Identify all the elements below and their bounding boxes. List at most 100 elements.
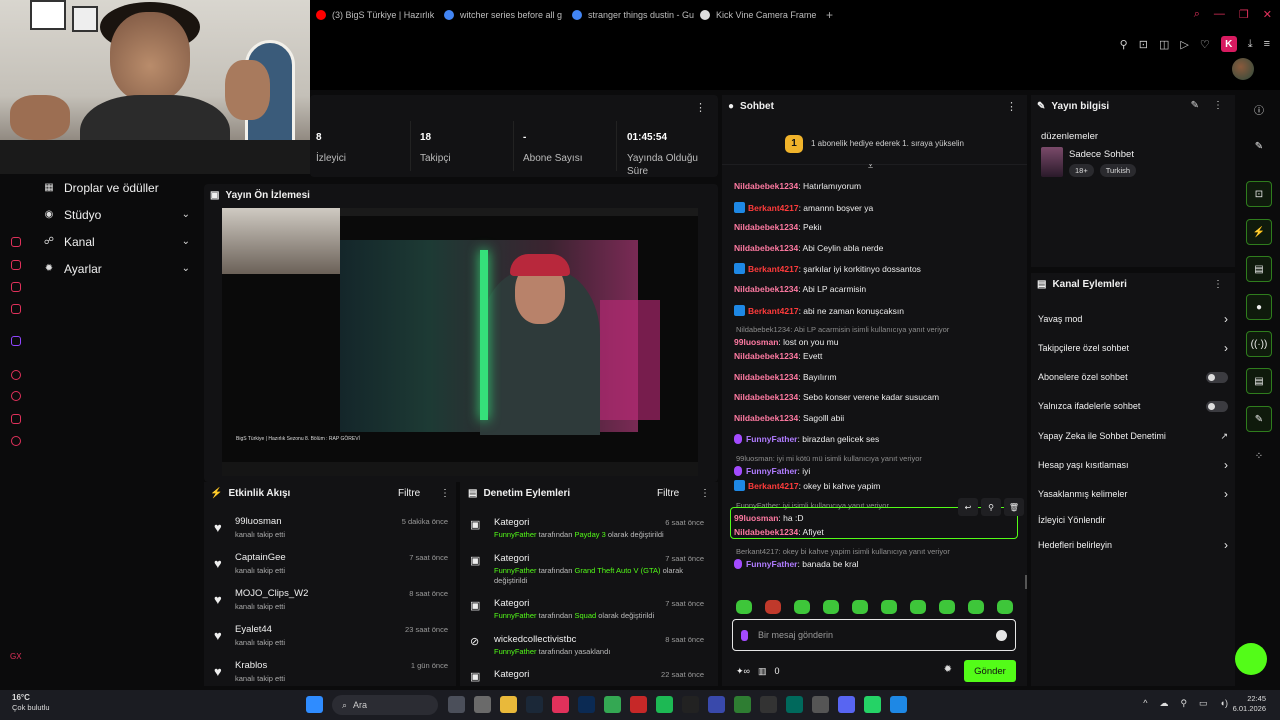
action-raid[interactable]: İzleyici Yönlendir [1038,512,1228,528]
sidebar-item-drops[interactable]: ▦ Droplar ve ödüller [32,174,200,201]
menu-icon[interactable]: ≡ [1264,38,1270,50]
emote-icon[interactable] [765,600,781,614]
chat-message[interactable]: Nildabebek1234: Sagolll abii [734,413,1024,423]
task-view-icon[interactable] [474,696,491,713]
chrome-icon[interactable] [604,696,621,713]
crop-icon[interactable]: ⊡ [1139,38,1148,51]
chat-message[interactable]: FunnyFather: banada be kral [734,559,1024,570]
chat-message[interactable]: Nildabebek1234: Pekiı [734,222,1024,232]
edit-icon[interactable]: ✎ [1191,100,1199,111]
toggle-switch[interactable] [1206,371,1228,383]
sidebar-item-channel[interactable]: ☍ Kanal ⌄ [32,228,200,255]
twitch-icon[interactable] [11,336,21,346]
rail-icon[interactable] [11,282,21,292]
mic-icon[interactable]: ⚲ [1180,698,1187,709]
profile-avatar[interactable]: K [1220,36,1237,52]
toggle-switch[interactable] [1206,400,1228,412]
chat-username[interactable]: Nildabebek1234 [734,372,798,382]
fab-button[interactable] [1235,643,1267,675]
chat-message[interactable]: Nildabebek1234: Hatırlamıyorum [734,181,1024,191]
chat-username[interactable]: Nildabebek1234 [734,243,798,253]
delete-icon[interactable]: 🗑 [1004,498,1024,516]
chat-message[interactable]: Berkant4217: şarkılar iyi korkitinyo dos… [734,263,1024,275]
pin-icon[interactable]: ⚲ [1120,38,1128,51]
chat-message[interactable]: Berkant4217: abi ne zaman konuşcaksın [734,304,1024,316]
rail-icon[interactable] [11,237,21,247]
reply-icon[interactable]: ↩ [958,498,978,516]
rail-icon[interactable] [11,370,21,380]
rail-icon[interactable] [11,414,21,424]
list-item[interactable]: ♥ Krablos kanalı takip etti 1 gün önce [214,660,452,694]
more-icon[interactable]: ⋮ [1006,100,1017,113]
file-explorer-icon[interactable] [500,696,517,713]
app-icon[interactable] [734,696,751,713]
clock[interactable]: 22:45 6.01.2026 [1233,694,1266,714]
emote-icon[interactable] [910,600,926,614]
chat-message[interactable]: FunnyFather: iyi [734,466,1024,477]
heart-icon[interactable]: ♡ [1200,38,1210,51]
gx-icon[interactable]: GX [10,652,22,661]
filter-button[interactable]: Filtre [657,488,679,499]
chat-username[interactable]: FunnyFather [746,434,797,444]
sidebar-item-settings[interactable]: ✹ Ayarlar ⌄ [32,255,200,282]
chat-username[interactable]: Nildabebek1234 [734,222,798,232]
chat-input[interactable]: Bir mesaj gönderin [732,619,1016,651]
chat-message[interactable]: Nildabebek1234: Evett [734,351,1024,361]
list-item[interactable]: ♥ MOJO_Clips_W2 kanalı takip etti 8 saat ön… [214,588,452,622]
chat-username[interactable]: Berkant4217 [748,264,799,274]
broadcast-icon[interactable]: ((·)) [1246,331,1272,357]
emote-icon[interactable] [968,600,984,614]
app-icon[interactable] [630,696,647,713]
send-button[interactable]: Gönder [964,660,1016,682]
play-icon[interactable]: ▷ [1180,38,1188,51]
emote-icon[interactable] [881,600,897,614]
points-icon[interactable]: ✦∞ [736,666,750,677]
wrench-icon[interactable]: ✎ [1246,406,1272,432]
chat-username[interactable]: Nildabebek1234 [734,284,798,294]
browser-tab[interactable]: stranger things dustin - Gu [566,3,694,27]
search-icon[interactable]: ⌕ [1194,8,1200,21]
pinned-message[interactable]: 1 1 abonelik hediye ederek 1. sıraya yüks… [722,123,1027,165]
info-icon[interactable]: ⓘ [1246,96,1272,122]
action-goals[interactable]: Hedefleri belirleyin › [1038,537,1228,553]
chat-username[interactable]: Nildabebek1234 [734,181,798,191]
list-item[interactable]: ♥ CaptainGee kanalı takip etti 7 saat önce [214,552,452,586]
cloud-icon[interactable]: ☁ [1159,698,1168,709]
list-item[interactable]: ♥ Eyalet44 kanalı takip etti 23 saat önce [214,624,452,658]
chat-message[interactable]: FunnyFather: birazdan gelicek ses [734,433,1024,444]
discord-icon[interactable] [838,696,855,713]
chat-username[interactable]: Nildabebek1234 [734,351,798,361]
app-icon[interactable] [890,696,907,713]
clip-icon[interactable]: ⊡ [1246,181,1272,207]
settings-icon[interactable] [11,436,21,446]
taskbar-search[interactable]: ⌕ Ara [332,695,438,715]
more-icon[interactable]: ⋮ [700,488,710,499]
maximize-icon[interactable]: ❐ [1239,8,1249,21]
network-icon[interactable]: ▭ [1199,698,1208,709]
chat-icon[interactable]: ● [1246,294,1272,320]
browser-tab[interactable]: witcher series before all g [438,3,566,27]
app-icon[interactable] [708,696,725,713]
download-icon[interactable]: ⤓ [1248,38,1253,51]
app-icon[interactable] [786,696,803,713]
chat-username[interactable]: Berkant4217 [748,203,799,213]
weather-widget[interactable]: 16°C Çok bulutlu [12,693,50,713]
photoshop-icon[interactable] [578,696,595,713]
whatsapp-icon[interactable] [864,696,881,713]
volume-icon[interactable]: ◖) [1220,698,1228,709]
chat-username[interactable]: Berkant4217 [748,306,799,316]
clock-icon[interactable] [11,391,21,401]
more-icon[interactable]: ⋮ [440,488,450,499]
more-icon[interactable]: ⋮ [1213,279,1223,290]
camera-icon[interactable]: ◫ [1159,38,1169,51]
rail-icon[interactable] [11,304,21,314]
emote-icon[interactable] [997,600,1013,614]
chat-username[interactable]: 99luosman [734,337,778,347]
emote-icon[interactable] [852,600,868,614]
chat-message[interactable]: Nildabebek1234: Bayılırım [734,372,1024,382]
epic-games-icon[interactable] [682,696,699,713]
widgets-icon[interactable] [448,696,465,713]
chat-username[interactable]: FunnyFather [746,466,797,476]
document-icon[interactable]: ▤ [1246,256,1272,282]
gear-icon[interactable]: ✹ [944,664,952,675]
